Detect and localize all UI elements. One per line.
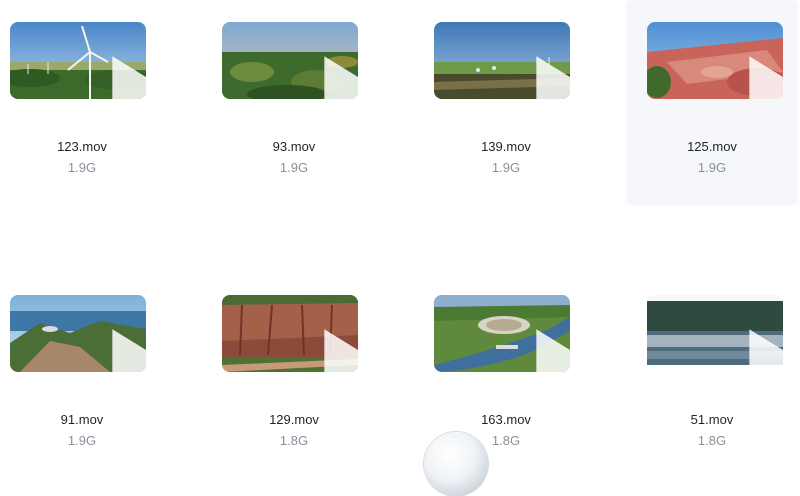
video-file-grid: 123.mov 1.9G 93.mov 1.9G 139.mov 1.9G 12… — [0, 0, 800, 457]
file-tile[interactable]: 129.mov 1.8G — [208, 273, 380, 478]
file-tile[interactable]: 93.mov 1.9G — [208, 0, 380, 205]
file-name: 139.mov — [481, 139, 531, 154]
video-thumbnail[interactable] — [434, 295, 570, 372]
video-thumbnail[interactable] — [10, 295, 146, 372]
floating-assistant-bubble[interactable] — [424, 432, 488, 496]
file-name: 91.mov — [60, 412, 104, 427]
file-name: 123.mov — [57, 139, 107, 154]
play-icon[interactable] — [707, 325, 783, 372]
file-name: 93.mov — [272, 139, 316, 154]
file-tile[interactable]: 123.mov 1.9G — [0, 0, 168, 205]
file-size: 1.9G — [491, 160, 521, 175]
play-icon[interactable] — [70, 52, 146, 99]
play-icon[interactable] — [70, 325, 146, 372]
video-thumbnail[interactable] — [434, 22, 570, 99]
video-thumbnail[interactable] — [647, 295, 783, 372]
file-name: 163.mov — [481, 412, 531, 427]
file-tile[interactable]: 139.mov 1.9G — [420, 0, 592, 205]
file-size: 1.8G — [697, 433, 727, 448]
play-icon[interactable] — [707, 52, 783, 99]
file-size: 1.9G — [67, 433, 97, 448]
video-thumbnail[interactable] — [10, 22, 146, 99]
file-name: 125.mov — [687, 139, 737, 154]
file-size: 1.9G — [67, 160, 97, 175]
file-size: 1.9G — [697, 160, 727, 175]
play-icon[interactable] — [494, 52, 570, 99]
file-tile[interactable]: 91.mov 1.9G — [0, 273, 168, 478]
file-size: 1.8G — [279, 433, 309, 448]
file-name: 129.mov — [269, 412, 319, 427]
play-icon[interactable] — [282, 52, 358, 99]
file-size: 1.9G — [279, 160, 309, 175]
play-icon[interactable] — [282, 325, 358, 372]
video-thumbnail[interactable] — [222, 22, 358, 99]
file-tile[interactable]: 51.mov 1.8G — [626, 273, 798, 478]
video-thumbnail[interactable] — [647, 22, 783, 99]
video-thumbnail[interactable] — [222, 295, 358, 372]
file-name: 51.mov — [690, 412, 734, 427]
file-tile-selected[interactable]: 125.mov 1.9G — [626, 0, 798, 205]
play-icon[interactable] — [494, 325, 570, 372]
